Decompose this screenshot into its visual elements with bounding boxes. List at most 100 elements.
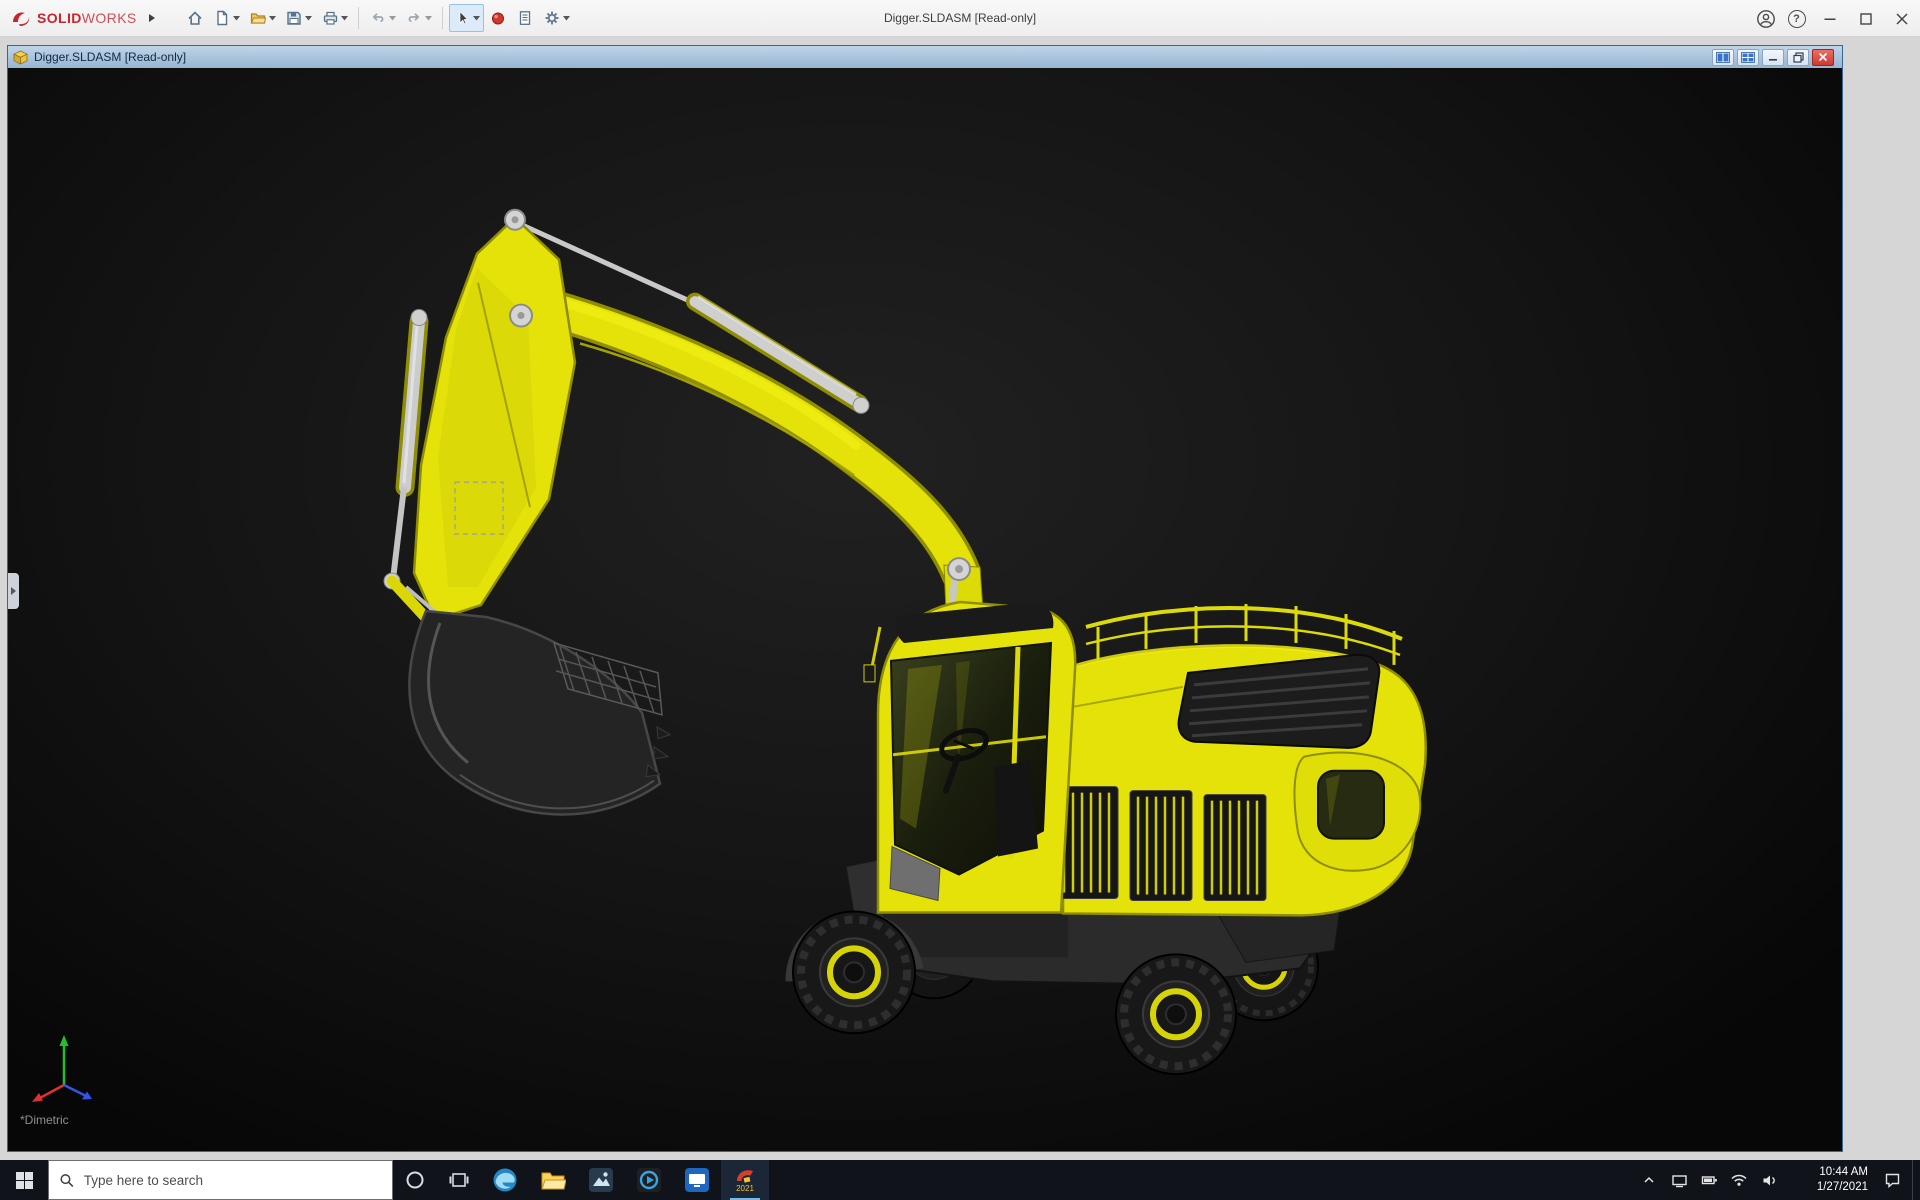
clock[interactable]: 10:44 AM 1/27/2021	[1784, 1160, 1872, 1200]
chevron-down-icon	[472, 15, 480, 20]
task-view-button[interactable]	[437, 1160, 481, 1200]
brand-wordmark: SOLIDWORKS	[37, 10, 137, 26]
windows-logo-icon	[15, 1171, 33, 1189]
chevron-up-icon	[1644, 1176, 1654, 1183]
window-controls: ?	[1750, 0, 1920, 37]
new-document-button[interactable]	[209, 4, 244, 32]
collapse-arrow-icon	[11, 587, 16, 595]
chevron-down-icon	[232, 15, 240, 20]
document-window: Digger.SLDASM [Read-only] *Dimetric	[7, 45, 1843, 1152]
redo-icon	[408, 13, 420, 23]
solidworks-year-badge: 2021	[736, 1184, 754, 1193]
chevron-down-icon	[268, 15, 276, 20]
media-player-icon	[637, 1168, 661, 1192]
blue-app-icon	[685, 1168, 709, 1192]
new-document-icon	[216, 10, 227, 26]
wheel-front-outer	[792, 910, 916, 1035]
photos-icon	[589, 1168, 613, 1192]
excavator-model[interactable]	[8, 68, 1842, 1151]
view-orientation-label: *Dimetric	[20, 1113, 69, 1127]
body-deck	[1055, 604, 1427, 917]
rear-pod	[1293, 751, 1422, 872]
chevron-down-icon	[424, 15, 432, 20]
help-button[interactable]: ?	[1781, 0, 1812, 37]
document-window-buttons	[1712, 48, 1837, 66]
appearance-sphere-icon	[491, 12, 504, 25]
doc-close-button[interactable]	[1812, 48, 1834, 66]
show-desktop-button[interactable]	[1912, 1160, 1920, 1200]
file-properties-button[interactable]	[512, 4, 538, 32]
notification-icon	[1885, 1173, 1899, 1188]
menu-expand-icon[interactable]	[148, 13, 156, 23]
taskbar-app-blue-tile[interactable]	[673, 1160, 721, 1200]
task-view-icon	[449, 1173, 469, 1187]
solidworks-app-icon	[737, 1170, 753, 1183]
save-button[interactable]	[281, 4, 316, 32]
assembly-cube-icon	[13, 50, 28, 65]
taskbar-app-file-explorer[interactable]	[529, 1160, 577, 1200]
maximize-button[interactable]	[1848, 0, 1884, 37]
featuremanager-collapse-tab[interactable]	[8, 573, 19, 609]
cortana-icon	[406, 1171, 424, 1189]
document-titlebar[interactable]: Digger.SLDASM [Read-only]	[8, 46, 1842, 68]
search-input[interactable]	[83, 1172, 382, 1188]
user-icon	[1756, 9, 1775, 28]
boom-assembly	[383, 208, 997, 685]
cursor-icon	[459, 10, 468, 25]
clock-date: 1/27/2021	[1816, 1181, 1868, 1193]
undo-button[interactable]	[365, 4, 400, 32]
cortana-button[interactable]	[393, 1160, 437, 1200]
tray-expand-button[interactable]	[1634, 1160, 1664, 1200]
redo-button[interactable]	[401, 4, 436, 32]
split-quad-icon	[1741, 51, 1755, 63]
cab	[863, 600, 1077, 914]
login-button[interactable]	[1750, 0, 1781, 37]
taskbar-app-solidworks[interactable]: 2021	[721, 1160, 769, 1200]
tray-volume-button[interactable]	[1754, 1160, 1784, 1200]
tray-network-button[interactable]	[1724, 1160, 1754, 1200]
taskbar-search[interactable]	[48, 1160, 393, 1200]
action-center-button[interactable]	[1872, 1160, 1912, 1200]
home-icon	[188, 11, 202, 25]
battery-icon	[1701, 1176, 1717, 1185]
print-icon	[323, 11, 337, 25]
help-icon: ?	[1787, 9, 1806, 28]
options-button[interactable]	[539, 4, 574, 32]
split-quad-button[interactable]	[1737, 48, 1759, 66]
close-button[interactable]	[1884, 0, 1920, 37]
network-wifi-icon	[1731, 1174, 1747, 1186]
doc-minimize-button[interactable]	[1762, 48, 1784, 66]
document-title: Digger.SLDASM [Read-only]	[34, 50, 187, 64]
app-titlebar: SOLIDWORKS Digger.SLDASM [Read-only] ?	[0, 0, 1920, 37]
graphics-viewport[interactable]: *Dimetric	[8, 68, 1842, 1151]
toolbar-separator	[441, 7, 443, 29]
tray-tablet-button[interactable]	[1664, 1160, 1694, 1200]
select-button[interactable]	[448, 4, 484, 32]
main-toolbar	[182, 4, 574, 32]
bucket	[408, 609, 672, 816]
tray-battery-button[interactable]	[1694, 1160, 1724, 1200]
start-button[interactable]	[0, 1160, 48, 1200]
dassault-logo-icon	[13, 12, 30, 26]
appearance-button[interactable]	[485, 4, 511, 32]
close-icon	[1896, 12, 1908, 25]
open-button[interactable]	[245, 4, 280, 32]
undo-icon	[372, 13, 384, 23]
split-vertical-button[interactable]	[1712, 48, 1734, 66]
home-button[interactable]	[182, 4, 208, 32]
file-explorer-icon	[541, 1172, 566, 1190]
orientation-triad	[32, 1035, 92, 1102]
taskbar-app-edge[interactable]	[481, 1160, 529, 1200]
minimize-button[interactable]	[1812, 0, 1848, 37]
minimize-icon	[1824, 18, 1836, 20]
taskbar-app-media[interactable]	[625, 1160, 673, 1200]
print-button[interactable]	[317, 4, 352, 32]
open-folder-icon	[250, 13, 266, 24]
restore-icon	[1792, 51, 1804, 63]
taskbar-app-photos[interactable]	[577, 1160, 625, 1200]
clock-time: 10:44 AM	[1819, 1166, 1868, 1179]
system-tray: 10:44 AM 1/27/2021	[1634, 1160, 1920, 1200]
volume-icon	[1763, 1175, 1775, 1185]
doc-restore-button[interactable]	[1787, 48, 1809, 66]
split-vertical-icon	[1716, 51, 1730, 63]
